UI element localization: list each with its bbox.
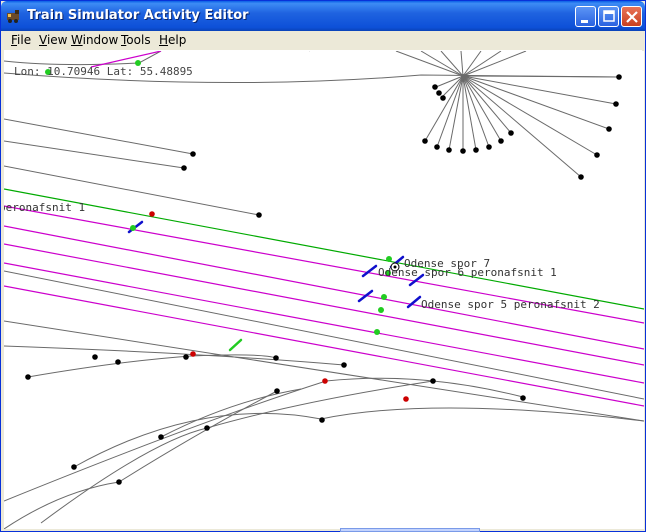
track-map[interactable] <box>4 51 644 529</box>
menu-file[interactable]: File <box>7 32 35 48</box>
train-app-icon <box>7 10 19 23</box>
horizontal-scroll-thumb[interactable] <box>340 528 480 532</box>
maximize-button[interactable] <box>598 6 619 27</box>
label-odense-spor-5: Odense spor 5 peronafsnit 2 <box>421 298 600 311</box>
menu-help[interactable]: Help <box>155 32 190 48</box>
coordinate-readout: Lon: 10.70946 Lat: 55.48895 <box>14 65 193 78</box>
window-title: Train Simulator Activity Editor <box>27 8 249 23</box>
maximize-icon <box>603 10 615 22</box>
title-bar[interactable]: Train Simulator Activity Editor <box>1 1 645 31</box>
label-peronafsnit-1: peronafsnit 1 <box>4 201 86 214</box>
track-map-canvas[interactable]: Lon: 10.70946 Lat: 55.48895 peronafsnit … <box>4 51 644 529</box>
platform-tracks <box>4 51 644 407</box>
menu-window[interactable]: Window <box>67 32 122 48</box>
turntable-spokes <box>395 51 620 178</box>
menu-tools[interactable]: Tools <box>117 32 155 48</box>
selected-track[interactable] <box>4 188 644 310</box>
green-nodes[interactable] <box>45 60 392 335</box>
menu-bar: File View Window Tools Help <box>4 31 642 51</box>
label-odense-spor-6: Odense spor 6 peronafsnit 1 <box>378 266 557 279</box>
close-button[interactable] <box>621 6 642 27</box>
menu-view[interactable]: View <box>35 32 71 48</box>
turntable-hub <box>461 74 465 78</box>
track-lines <box>4 51 644 529</box>
close-icon <box>626 11 638 23</box>
minimize-button[interactable] <box>575 6 596 27</box>
minimize-icon <box>581 20 588 23</box>
app-window: Train Simulator Activity Editor File Vie… <box>0 0 646 532</box>
